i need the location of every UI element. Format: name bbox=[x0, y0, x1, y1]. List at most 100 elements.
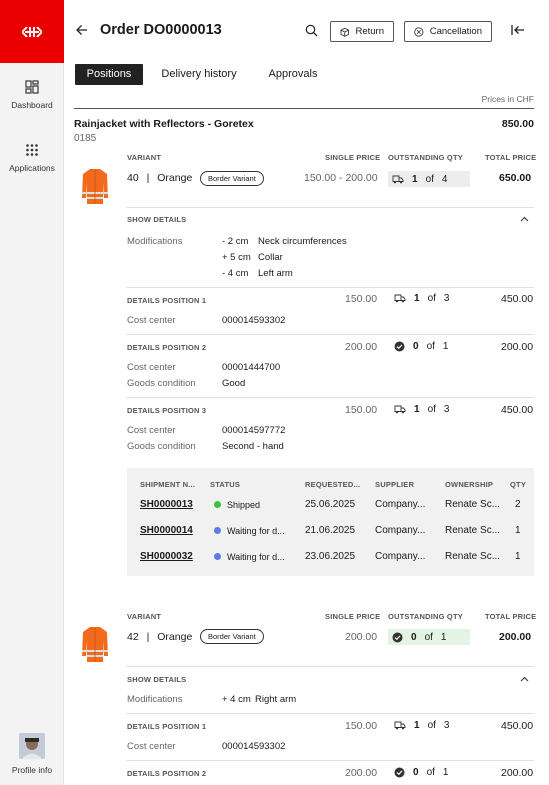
single-price: 200.00 bbox=[345, 631, 378, 643]
details-position-label: DETAILS POSITION 1 bbox=[127, 296, 207, 305]
check-circle-icon bbox=[392, 632, 403, 642]
sidebar-item-dashboard[interactable]: Dashboard bbox=[0, 80, 64, 110]
shipment-link[interactable]: SH0000032 bbox=[140, 551, 193, 562]
shipment-link[interactable]: SH0000014 bbox=[140, 525, 193, 536]
truck-icon bbox=[394, 405, 406, 414]
column-header-total-price: TOTAL PRICE bbox=[485, 612, 537, 621]
owner: Renate Sc... bbox=[445, 551, 501, 562]
status-badge: Waiting for d... bbox=[214, 526, 285, 536]
status-text: Shipped bbox=[227, 500, 261, 510]
qty-of: of bbox=[427, 293, 436, 304]
qty-of: of bbox=[424, 631, 433, 643]
tab-positions[interactable]: Positions bbox=[75, 64, 143, 85]
status-text: Waiting for d... bbox=[227, 552, 285, 562]
status-dot bbox=[214, 501, 221, 508]
column-header-single-price: SINGLE PRICE bbox=[325, 612, 381, 621]
cancel-circle-icon bbox=[414, 26, 424, 37]
position-qty: 0 of 1 bbox=[394, 341, 448, 352]
column-header-outstanding-qty: OUTSTANDING QTY bbox=[388, 153, 463, 162]
qty-total: 1 bbox=[442, 341, 449, 352]
qty-done: 1 bbox=[412, 173, 418, 185]
owner: Renate Sc... bbox=[445, 525, 501, 536]
qty: 1 bbox=[515, 551, 521, 562]
product-total: 850.00 bbox=[501, 118, 534, 130]
field-value: 000014593302 bbox=[222, 315, 286, 326]
field-label: Cost center bbox=[127, 362, 176, 373]
status-dot bbox=[214, 527, 221, 534]
status-badge: Shipped bbox=[214, 500, 260, 510]
sidebar-item-label: Profile info bbox=[11, 765, 53, 775]
chevron-up-icon[interactable] bbox=[520, 676, 529, 682]
column-header-ownership: OWNERSHIP bbox=[445, 480, 494, 489]
truck-icon bbox=[394, 721, 406, 730]
position-price: 150.00 bbox=[345, 404, 378, 416]
position-total: 450.00 bbox=[501, 293, 534, 305]
jacket-image bbox=[82, 627, 108, 662]
divider bbox=[126, 666, 534, 667]
qty-total: 3 bbox=[443, 293, 450, 304]
qty-done: 0 bbox=[413, 767, 419, 778]
column-header-qty: QTY bbox=[510, 480, 527, 489]
field-value: 000014593302 bbox=[222, 741, 286, 752]
qty-of: of bbox=[427, 720, 436, 731]
position-total: 200.00 bbox=[501, 767, 534, 779]
cancellation-button[interactable]: Cancellation bbox=[404, 21, 492, 42]
details-position-label: DETAILS POSITION 2 bbox=[127, 769, 207, 778]
requested-date: 21.06.2025 bbox=[305, 525, 356, 536]
status-dot bbox=[214, 553, 221, 560]
variant-color: Orange bbox=[157, 172, 193, 184]
position-qty: 1 of 3 bbox=[394, 720, 449, 731]
field-label: Cost center bbox=[127, 741, 176, 752]
qty: 2 bbox=[515, 499, 521, 510]
sidebar: Dashboard Applications Profile info bbox=[0, 0, 64, 785]
column-header-shipment: SHIPMENT N... bbox=[140, 480, 196, 489]
supplier: Company... bbox=[375, 499, 426, 510]
divider bbox=[74, 108, 534, 109]
details-position-label: DETAILS POSITION 1 bbox=[127, 722, 207, 731]
column-header-supplier: SUPPLIER bbox=[375, 480, 415, 489]
column-header-status: STATUS bbox=[210, 480, 241, 489]
border-variant-badge: Border Variant bbox=[200, 171, 264, 186]
return-label: Return bbox=[355, 26, 384, 37]
column-header-variant: VARIANT bbox=[127, 612, 162, 621]
outstanding-qty: 0 of 1 bbox=[388, 629, 470, 645]
shipments-table: SHIPMENT N... STATUS REQUESTED... SUPPLI… bbox=[127, 468, 534, 576]
position-qty: 0 of 1 bbox=[394, 767, 448, 778]
qty-of: of bbox=[427, 404, 436, 415]
modification-amount: - 2 cm bbox=[222, 236, 249, 247]
chevron-up-icon[interactable] bbox=[520, 216, 529, 222]
qty-total: 4 bbox=[441, 173, 448, 185]
search-icon[interactable] bbox=[305, 24, 318, 37]
modification-amount: + 5 cm bbox=[222, 252, 251, 263]
show-details-toggle[interactable]: SHOW DETAILS bbox=[127, 215, 186, 224]
border-variant-badge: Border Variant bbox=[200, 629, 264, 644]
qty: 1 bbox=[515, 525, 521, 536]
page-title: Order DO0000013 bbox=[100, 22, 222, 38]
variant-size: 42 bbox=[127, 631, 139, 643]
sidebar-item-label: Applications bbox=[9, 163, 55, 173]
column-header-requested: REQUESTED... bbox=[305, 480, 361, 489]
field-value: Good bbox=[222, 378, 246, 389]
sidebar-item-profile[interactable]: Profile info bbox=[0, 733, 64, 775]
sidebar-item-label: Dashboard bbox=[11, 100, 53, 110]
tab-approvals[interactable]: Approvals bbox=[265, 64, 321, 85]
variant-color: Orange bbox=[157, 631, 193, 643]
column-header-total-price: TOTAL PRICE bbox=[485, 153, 537, 162]
modification-part: Right arm bbox=[255, 694, 297, 705]
shipment-link[interactable]: SH0000013 bbox=[140, 499, 193, 510]
qty-done: 0 bbox=[413, 341, 419, 352]
position-price: 150.00 bbox=[345, 720, 378, 732]
show-details-toggle[interactable]: SHOW DETAILS bbox=[127, 675, 186, 684]
collapse-panel-icon[interactable] bbox=[511, 24, 525, 36]
modification-amount: + 4 cm bbox=[222, 694, 251, 705]
main-content: Order DO0000013 Return Cancellation Posi… bbox=[64, 0, 549, 785]
field-label: Goods condition bbox=[127, 441, 196, 452]
brand-logo[interactable] bbox=[0, 0, 64, 63]
qty-total: 1 bbox=[440, 631, 447, 643]
field-value: Second - hand bbox=[222, 441, 284, 452]
tab-delivery-history[interactable]: Delivery history bbox=[159, 64, 239, 85]
variant-total-price: 650.00 bbox=[499, 172, 532, 184]
sidebar-item-applications[interactable]: Applications bbox=[0, 143, 64, 173]
return-button[interactable]: Return bbox=[330, 21, 394, 42]
arrow-left-icon[interactable] bbox=[76, 24, 88, 36]
